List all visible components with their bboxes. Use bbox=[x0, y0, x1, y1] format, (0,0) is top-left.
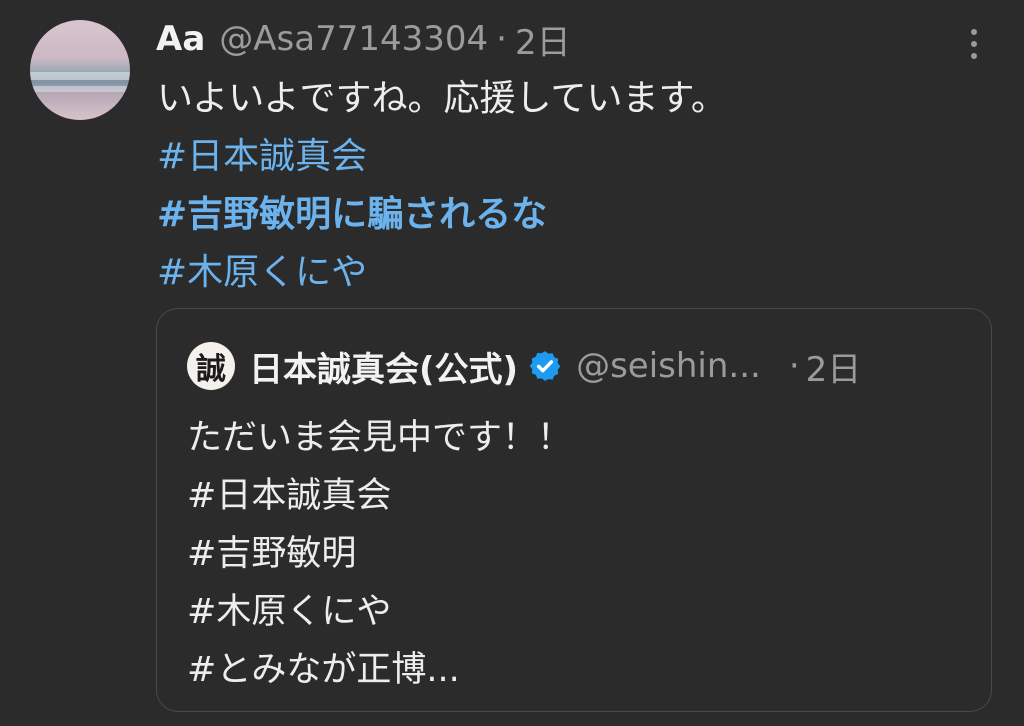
quoted-display-name[interactable]: 日本誠真会(公式) bbox=[249, 342, 518, 391]
separator-dot: · bbox=[496, 19, 507, 59]
display-name[interactable]: Aa bbox=[156, 19, 205, 59]
tweet-text-line: いよいよですね。応援しています。 bbox=[157, 78, 727, 119]
timestamp[interactable]: 2日 bbox=[515, 15, 571, 64]
tweet-header: Aa @Asa77143304 · 2日 bbox=[156, 14, 571, 64]
tweet-text: いよいよですね。応援しています。 #日本誠真会 #吉野敏明に騙されるな #木原く… bbox=[157, 70, 997, 302]
quoted-tweet[interactable]: 誠 日本誠真会(公式) @seishin... · 2日 ただいま会見中です！！… bbox=[156, 308, 992, 712]
hashtag-link[interactable]: #日本誠真会 bbox=[157, 128, 997, 186]
quoted-user-avatar[interactable]: 誠 bbox=[187, 342, 235, 390]
more-vertical-icon bbox=[971, 41, 977, 47]
quoted-avatar-logo: 誠 bbox=[196, 352, 226, 387]
hashtag-link[interactable]: #木原くにや bbox=[157, 244, 997, 302]
quoted-text-line: #とみなが正博... bbox=[187, 650, 460, 690]
user-avatar[interactable] bbox=[30, 20, 130, 120]
avatar-wave bbox=[30, 86, 130, 92]
verified-badge-icon bbox=[529, 351, 561, 381]
quoted-text-line: #吉野敏明 bbox=[187, 534, 357, 574]
quoted-tweet-header: 誠 日本誠真会(公式) @seishin... · 2日 bbox=[187, 341, 967, 391]
separator-dot: · bbox=[788, 346, 800, 386]
quoted-text-line: ただいま会見中です！！ bbox=[187, 418, 573, 458]
quoted-text-line: #日本誠真会 bbox=[187, 476, 392, 516]
quoted-user-handle[interactable]: @seishin... bbox=[576, 346, 761, 386]
user-handle[interactable]: @Asa77143304 bbox=[219, 19, 488, 59]
avatar-wave bbox=[30, 72, 130, 80]
hashtag-link[interactable]: #吉野敏明に騙されるな bbox=[157, 186, 997, 244]
more-vertical-icon bbox=[971, 53, 977, 59]
more-options-button[interactable] bbox=[962, 24, 986, 64]
quoted-timestamp[interactable]: 2日 bbox=[806, 342, 862, 391]
quoted-text-line: #木原くにや bbox=[187, 592, 392, 632]
quoted-tweet-text: ただいま会見中です！！ #日本誠真会 #吉野敏明 #木原くにや #とみなが正博.… bbox=[187, 409, 967, 699]
more-vertical-icon bbox=[971, 29, 977, 35]
